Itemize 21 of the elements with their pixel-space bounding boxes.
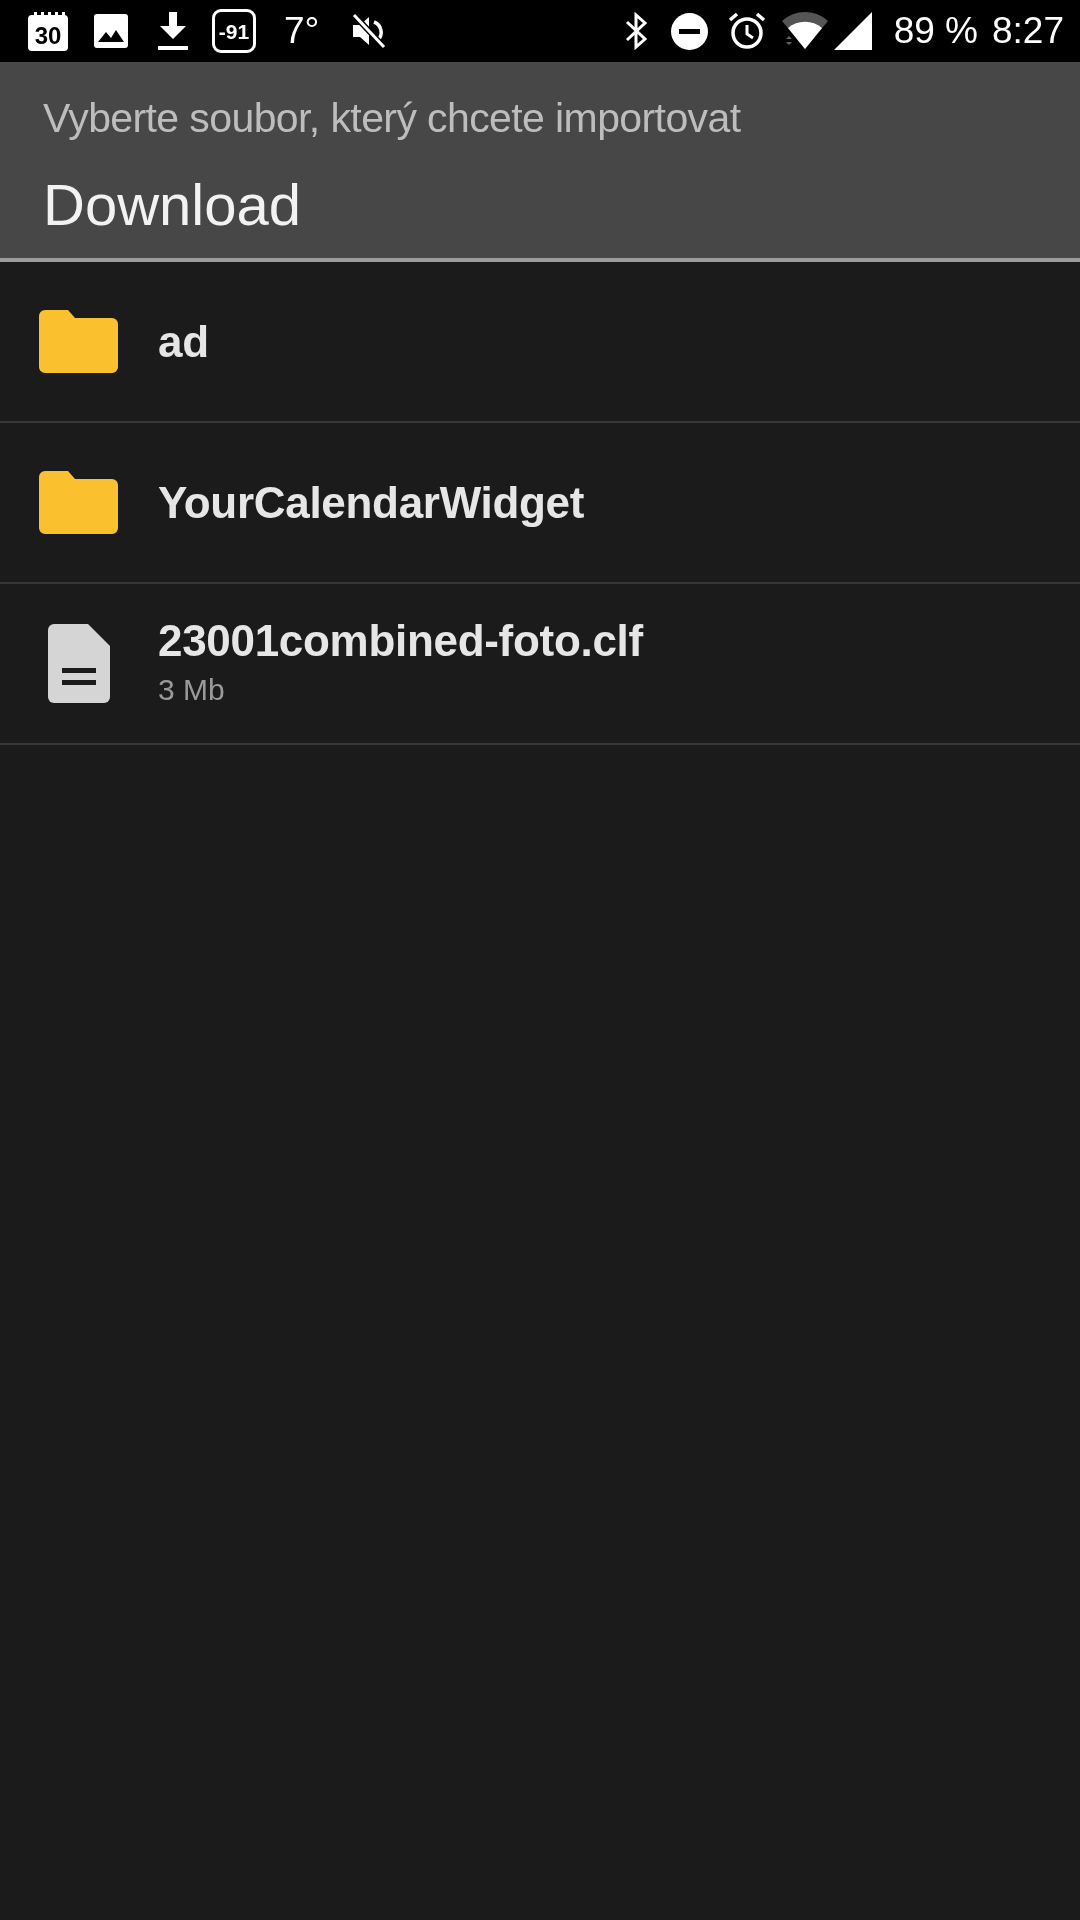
clock-time: 8:27 bbox=[992, 10, 1064, 52]
do-not-disturb-icon bbox=[670, 12, 708, 50]
document-icon bbox=[48, 624, 110, 703]
number-badge: -91 bbox=[212, 9, 256, 53]
wifi-icon bbox=[781, 12, 828, 50]
folder-icon bbox=[39, 310, 118, 373]
alarm-clock-icon bbox=[727, 12, 766, 50]
folder-icon bbox=[39, 471, 118, 534]
file-name[interactable]: 23001combined-foto.clf bbox=[158, 614, 643, 667]
folder-title: Download bbox=[43, 171, 301, 239]
muted-speaker-icon bbox=[351, 13, 388, 49]
dialog-prompt: Vyberte soubor, který chcete importovat bbox=[43, 94, 741, 143]
temperature-text: 7° bbox=[284, 10, 320, 52]
file-name[interactable]: YourCalendarWidget bbox=[158, 476, 585, 529]
battery-percent-text: 89 % bbox=[893, 10, 978, 52]
download-icon bbox=[158, 12, 188, 50]
file-size: 3 Mb bbox=[158, 671, 225, 708]
bluetooth-icon bbox=[624, 12, 649, 50]
cell-signal-icon bbox=[833, 12, 872, 50]
file-name[interactable]: ad bbox=[158, 315, 209, 368]
image-icon bbox=[94, 14, 128, 48]
